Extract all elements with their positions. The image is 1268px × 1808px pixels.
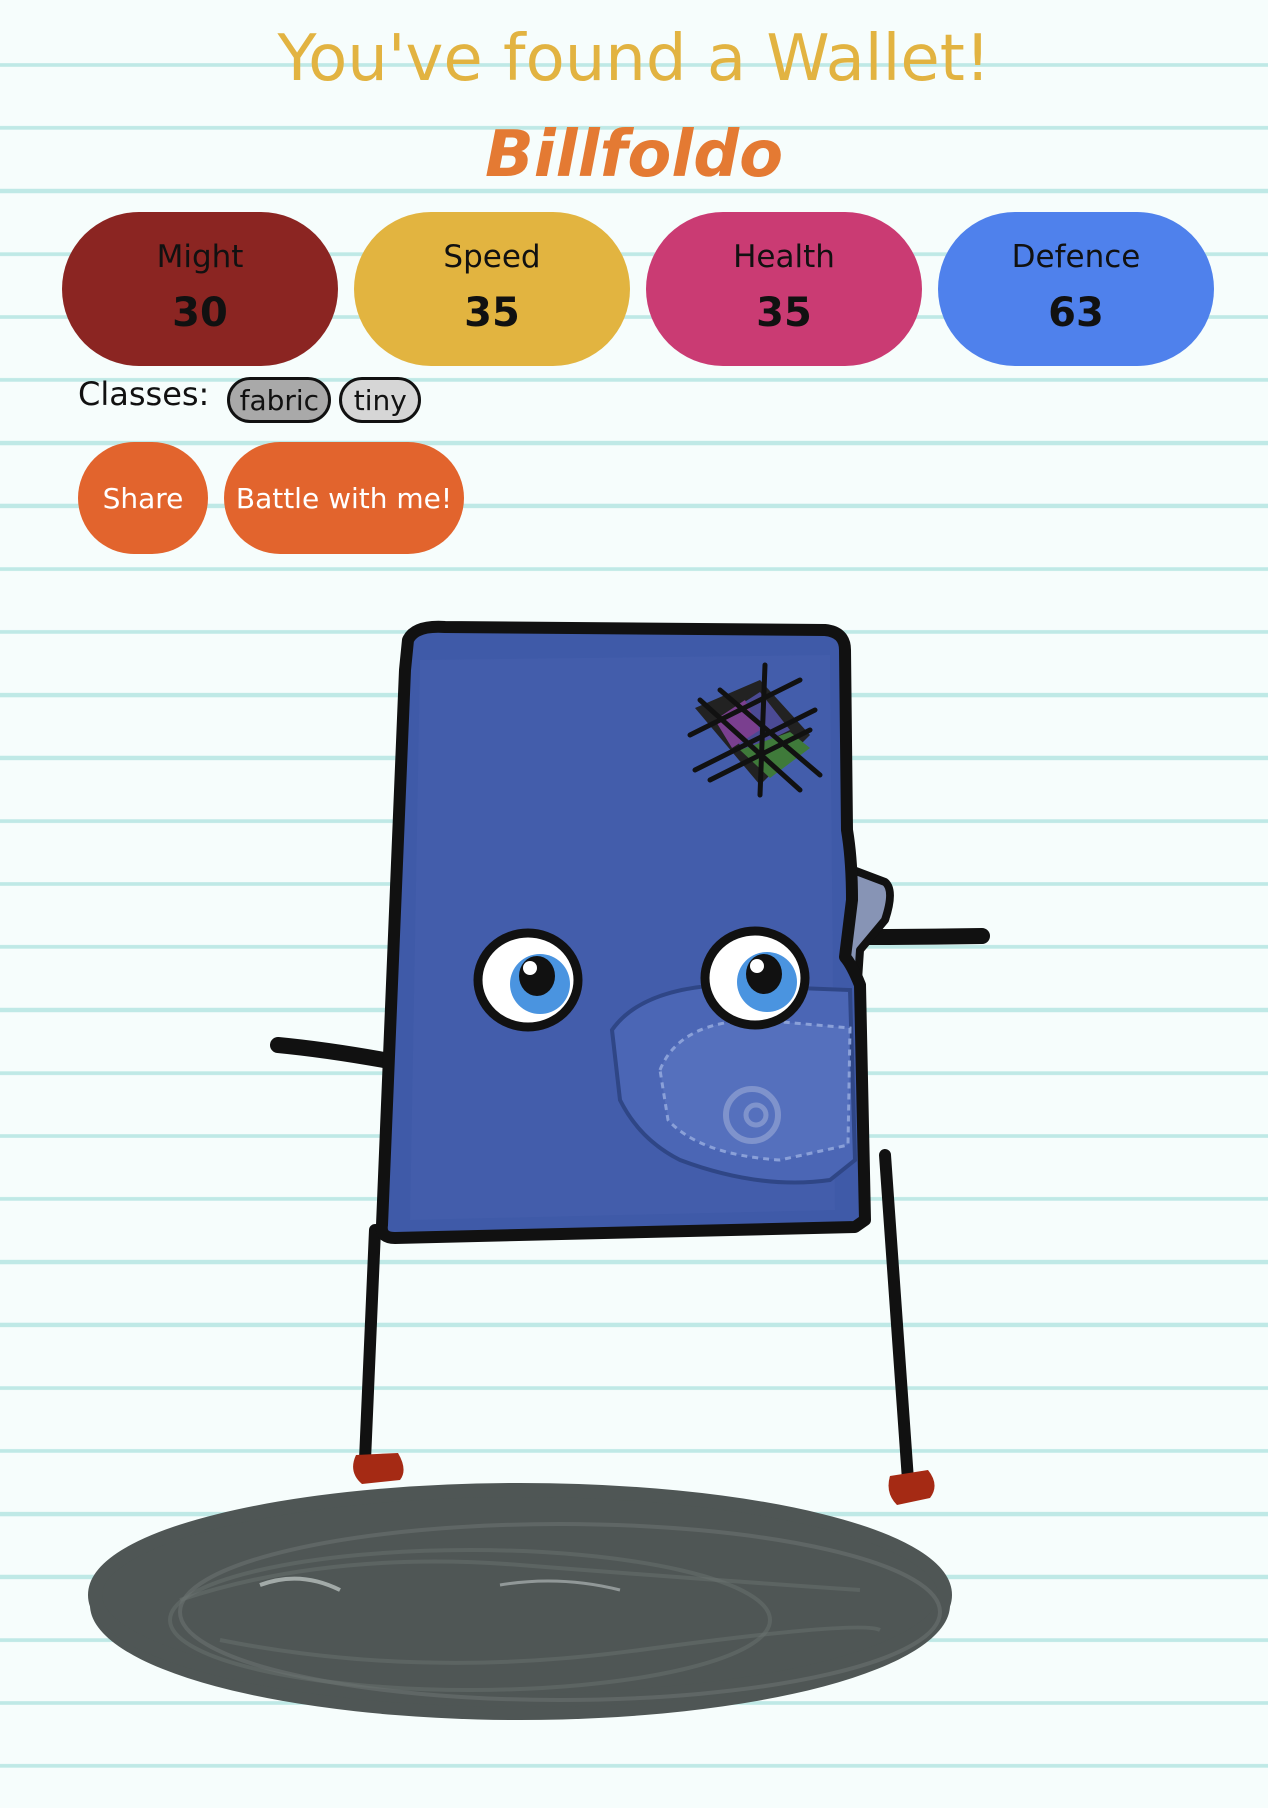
stat-speed: Speed 35	[354, 212, 630, 366]
stat-health: Health 35	[646, 212, 922, 366]
stat-defence-value: 63	[1048, 290, 1104, 336]
stat-speed-label: Speed	[443, 239, 541, 275]
stat-speed-value: 35	[464, 290, 520, 336]
stat-health-value: 35	[756, 290, 812, 336]
class-chip-fabric: fabric	[227, 377, 332, 423]
wallet-creature-illustration	[88, 620, 990, 1720]
creature-name: Billfoldo	[484, 118, 784, 192]
stat-might-label: Might	[156, 239, 244, 275]
stat-might-value: 30	[172, 290, 228, 336]
scribble-shadow	[88, 1483, 952, 1720]
stat-defence-label: Defence	[1011, 239, 1141, 275]
stat-might: Might 30	[62, 212, 338, 366]
action-buttons: Share Battle with me!	[78, 442, 480, 554]
stat-health-label: Health	[733, 239, 835, 275]
class-chip-tiny: tiny	[339, 377, 422, 423]
classes-label: Classes:	[78, 375, 210, 413]
stat-defence: Defence 63	[938, 212, 1214, 366]
classes-row: Classes: fabric tiny	[78, 372, 429, 428]
share-button[interactable]: Share	[78, 442, 208, 554]
battle-button[interactable]: Battle with me!	[224, 442, 464, 554]
stats-bar: Might 30 Speed 35 Health 35 Defence 63	[62, 212, 1214, 366]
page-headline: You've found a Wallet!	[277, 22, 991, 96]
